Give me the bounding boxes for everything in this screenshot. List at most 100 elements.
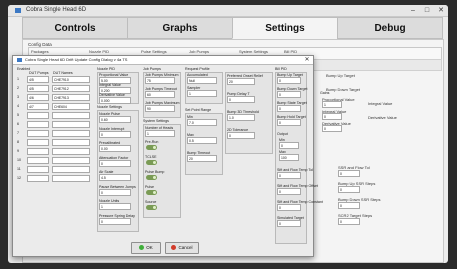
field-input[interactable]: 60 xyxy=(145,91,175,98)
dut-pump-field[interactable]: 4/5 xyxy=(27,76,49,83)
check-icon xyxy=(139,245,145,251)
dut-name-field[interactable]: CHE604 xyxy=(52,103,90,110)
dut-name-field[interactable]: CHE7913 xyxy=(52,94,90,101)
toggle-switch[interactable] xyxy=(146,160,157,165)
field-input[interactable]: 0 xyxy=(322,113,342,120)
toggle-switch[interactable] xyxy=(146,175,157,180)
field-input[interactable]: 100 xyxy=(279,154,299,161)
dut-row-number: 5 xyxy=(17,113,19,117)
tab-settings[interactable]: Settings xyxy=(232,17,338,39)
dut-names-label: DUT Names xyxy=(53,71,73,75)
tab-controls[interactable]: Controls xyxy=(22,17,128,39)
field-input[interactable]: 0 xyxy=(277,188,301,195)
field-input[interactable]: 0 xyxy=(277,77,301,84)
field-input[interactable]: 0 xyxy=(277,172,301,179)
cancel-button[interactable]: Cancel xyxy=(165,242,199,254)
dut-name-field[interactable] xyxy=(52,121,90,128)
field-input[interactable]: 0 xyxy=(277,105,301,112)
dut-pump-field[interactable]: 4/6 xyxy=(27,94,49,101)
toggle-switch[interactable] xyxy=(146,190,157,195)
tab-debug[interactable]: Debug xyxy=(337,17,443,39)
dut-name-field[interactable] xyxy=(52,157,90,164)
dut-pump-field[interactable] xyxy=(27,175,49,182)
main-label: Bump Down Target xyxy=(326,87,360,92)
dut-name-field[interactable] xyxy=(52,139,90,146)
toggle-switch[interactable] xyxy=(146,205,157,210)
dut-pump-field[interactable] xyxy=(27,139,49,146)
field-input[interactable]: 0 xyxy=(277,91,301,98)
field-input[interactable]: 1 xyxy=(99,203,131,210)
dut-pump-field[interactable]: 4/7 xyxy=(27,103,49,110)
dut-name-field[interactable]: CHE7912 xyxy=(52,85,90,92)
screen: Cobra Single Head 6D – □ ✕ Controls Grap… xyxy=(8,5,448,263)
field-input[interactable]: 0 xyxy=(277,119,301,126)
output-label: Output xyxy=(277,132,288,136)
field-input[interactable]: 20 xyxy=(227,78,255,85)
field-input[interactable]: Null xyxy=(187,77,217,84)
dialog-titlebar: Cobra Single Head 6D Drift Update Config… xyxy=(13,56,313,65)
ok-label: OK xyxy=(146,245,153,250)
field-input[interactable]: 7.0 xyxy=(187,119,217,126)
dut-pump-field[interactable] xyxy=(27,112,49,119)
field-input[interactable]: 20 xyxy=(187,155,217,162)
ok-button[interactable]: OK xyxy=(131,242,161,254)
dialog-title: Cobra Single Head 6D Drift Update Config… xyxy=(25,57,128,62)
field-input[interactable]: 1 xyxy=(145,130,175,137)
maximize-icon[interactable]: □ xyxy=(420,5,434,16)
main-window-title: Cobra Single Head 6D xyxy=(26,7,87,13)
minimize-icon[interactable]: – xyxy=(406,5,420,16)
field-input[interactable]: 0 xyxy=(227,96,255,103)
dut-pump-field[interactable]: 4/5 xyxy=(27,85,49,92)
dut-name-field[interactable] xyxy=(52,148,90,155)
field-input[interactable]: 75 xyxy=(145,77,175,84)
main-label: Derivative Value xyxy=(368,115,397,120)
config-dialog: Cobra Single Head 6D Drift Update Config… xyxy=(12,55,323,257)
cancel-label: Cancel xyxy=(178,245,193,250)
dut-pump-field[interactable] xyxy=(27,121,49,128)
toggle-label: Source xyxy=(145,200,157,204)
tab-graphs[interactable]: Graphs xyxy=(127,17,233,39)
app-icon xyxy=(15,8,21,13)
field-input[interactable]: 0 xyxy=(277,220,301,227)
dut-name-field[interactable] xyxy=(52,166,90,173)
field-input[interactable]: 1.0 xyxy=(227,114,255,121)
field-input[interactable]: 90 xyxy=(145,105,175,112)
dut-name-field[interactable] xyxy=(52,112,90,119)
toggle-switch[interactable] xyxy=(146,145,157,150)
dut-pumps-label: DUT Pumps xyxy=(29,71,49,75)
field-input[interactable]: 0 xyxy=(99,159,131,167)
main-tabs: Controls Graphs Settings Debug xyxy=(22,17,443,39)
field-input[interactable]: 0 xyxy=(322,125,342,132)
field-input[interactable]: 0 xyxy=(338,170,360,177)
main-label: Bump Up Target xyxy=(326,73,355,78)
field-input[interactable]: 1 xyxy=(187,90,217,97)
gains-header: Gains xyxy=(320,91,330,95)
field-input[interactable]: 0 xyxy=(338,202,360,209)
field-input[interactable]: 0 xyxy=(338,218,360,225)
dialog-close-icon[interactable]: ✕ xyxy=(303,56,311,64)
system-settings-header: System Settings xyxy=(143,119,169,123)
field-input[interactable]: 0 xyxy=(227,132,255,139)
field-input[interactable]: 1 xyxy=(322,101,342,108)
dut-name-field[interactable]: CHE7910 xyxy=(52,76,90,83)
field-input[interactable]: 0.60 xyxy=(99,116,131,123)
main-window-titlebar: Cobra Single Head 6D – □ ✕ xyxy=(8,5,448,17)
dut-pump-field[interactable] xyxy=(27,157,49,164)
field-input[interactable]: 0 xyxy=(279,142,299,149)
field-input[interactable]: 0 xyxy=(99,130,131,138)
field-input[interactable]: 0 xyxy=(99,188,131,196)
field-input[interactable]: 0.000 xyxy=(99,97,131,104)
dut-pump-field[interactable] xyxy=(27,130,49,137)
field-input[interactable]: 0.5 xyxy=(187,137,217,144)
dut-pump-field[interactable] xyxy=(27,148,49,155)
dut-name-field[interactable] xyxy=(52,175,90,182)
field-input[interactable]: 0 xyxy=(99,217,131,225)
field-input[interactable]: 0.00 xyxy=(99,145,131,152)
field-input[interactable]: 0 xyxy=(277,204,301,211)
field-input[interactable]: 4.5 xyxy=(99,174,131,181)
dut-name-field[interactable] xyxy=(52,130,90,137)
field-input[interactable]: 0 xyxy=(338,186,360,193)
toggle-label: TCLSE xyxy=(145,155,157,159)
close-icon[interactable]: ✕ xyxy=(434,5,448,16)
dut-pump-field[interactable] xyxy=(27,166,49,173)
